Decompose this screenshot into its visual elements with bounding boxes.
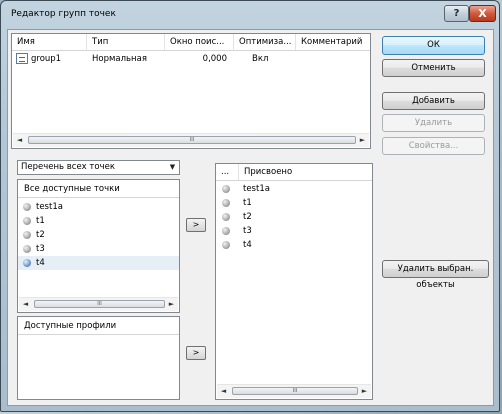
window-title: Редактор групп точек	[11, 9, 116, 19]
header-divider	[18, 334, 179, 335]
list-item-label: t2	[36, 230, 45, 240]
list-item-label: t3	[36, 244, 45, 254]
col-header-comment[interactable]: Комментарий	[296, 34, 370, 50]
assigned-list-header: ... Присвоено	[216, 164, 372, 181]
groups-table: Имя Тип Окно поис... Оптимиза... Коммент…	[11, 33, 371, 149]
row-search-window: 0,000	[202, 54, 227, 64]
col-header-assigned[interactable]: Присвоено	[239, 164, 372, 180]
groups-table-header: Имя Тип Окно поис... Оптимиза... Коммент…	[12, 34, 370, 51]
chevron-down-icon[interactable]: ▼	[166, 161, 179, 174]
point-dot-icon	[23, 245, 31, 253]
col-header-optimization[interactable]: Оптимиза...	[234, 34, 296, 50]
point-dot-icon	[23, 203, 31, 211]
available-profiles-list: Доступные профили	[17, 316, 180, 400]
title-bar[interactable]: Редактор групп точек ? X	[1, 1, 499, 29]
dialog-window: Редактор групп точек ? X Имя Тип Окно по…	[0, 0, 500, 412]
list-item[interactable]: t3	[216, 224, 372, 238]
delete-selected-button[interactable]: Удалить выбран. объекты	[382, 260, 489, 290]
row-name: group1	[31, 54, 62, 64]
col-header-dots[interactable]: ...	[216, 164, 239, 180]
scroll-thumb[interactable]: III	[232, 387, 358, 395]
cancel-button[interactable]: Отменить	[382, 59, 485, 77]
close-button[interactable]: X	[469, 5, 496, 22]
table-row[interactable]: group1 Нормальная 0,000 Вкл	[12, 51, 370, 67]
list-item-label: test1a	[36, 202, 63, 212]
list-item-label: t4	[243, 240, 252, 250]
assigned-list-hscrollbar[interactable]: ◄ III ►	[217, 384, 371, 398]
assigned-list: ... Присвоено test1a t1 t2 t3 t4 ◄ III ►	[215, 163, 373, 400]
point-dot-icon	[222, 213, 230, 221]
move-profiles-right-button[interactable]: >	[186, 346, 206, 360]
header-divider	[18, 197, 179, 198]
available-points-header: Все доступные точки	[24, 184, 120, 194]
list-item-label: t3	[243, 226, 252, 236]
points-filter-value: Перечень всех точек	[21, 162, 115, 172]
list-item[interactable]: t3	[18, 242, 179, 256]
col-header-search-window[interactable]: Окно поис...	[165, 34, 234, 50]
row-comment	[301, 51, 370, 67]
scroll-left-arrow-icon[interactable]: ◄	[13, 134, 26, 147]
available-points-list: Все доступные точки test1a t1 t2 t3 t4 ◄…	[17, 179, 180, 313]
point-dot-icon	[222, 241, 230, 249]
points-filter-select[interactable]: Перечень всех точек ▼	[17, 160, 180, 175]
list-item[interactable]: test1a	[216, 182, 372, 196]
scroll-right-arrow-icon[interactable]: ►	[358, 385, 371, 398]
delete-button[interactable]: Удалить	[382, 114, 485, 132]
row-optimization: Вкл	[252, 54, 269, 64]
list-item-selected[interactable]: t4	[18, 256, 179, 270]
point-dot-icon	[222, 227, 230, 235]
group-icon	[16, 53, 28, 64]
row-type: Нормальная	[92, 54, 147, 64]
list-item[interactable]: t1	[18, 214, 179, 228]
points-list-hscrollbar[interactable]: ◄ III ►	[19, 297, 178, 311]
list-item[interactable]: t2	[216, 210, 372, 224]
ok-button[interactable]: ОК	[382, 36, 485, 55]
list-item-label: t2	[243, 212, 252, 222]
list-item[interactable]: test1a	[18, 200, 179, 214]
properties-button[interactable]: Свойства...	[382, 137, 485, 155]
scroll-thumb[interactable]: III	[34, 300, 165, 308]
scroll-left-arrow-icon[interactable]: ◄	[217, 385, 230, 398]
list-item[interactable]: t4	[216, 238, 372, 252]
point-dot-icon	[222, 199, 230, 207]
scroll-right-arrow-icon[interactable]: ►	[165, 298, 178, 311]
scroll-right-arrow-icon[interactable]: ►	[356, 134, 369, 147]
move-points-right-button[interactable]: >	[186, 218, 206, 232]
list-item-label: test1a	[243, 184, 270, 194]
scroll-thumb[interactable]: III	[28, 136, 356, 144]
dialog-client-area: Имя Тип Окно поис... Оптимиза... Коммент…	[7, 29, 494, 406]
help-button[interactable]: ?	[444, 5, 469, 22]
point-dot-icon	[23, 259, 31, 267]
point-dot-icon	[23, 231, 31, 239]
col-header-name[interactable]: Имя	[12, 34, 87, 50]
list-item-label: t4	[36, 258, 45, 268]
list-item[interactable]: t2	[18, 228, 179, 242]
list-item[interactable]: t1	[216, 196, 372, 210]
list-item-label: t1	[243, 198, 252, 208]
groups-table-hscrollbar[interactable]: ◄ III ►	[13, 133, 369, 147]
list-item-label: t1	[36, 216, 45, 226]
available-profiles-header: Доступные профили	[24, 321, 117, 331]
add-button[interactable]: Добавить	[382, 92, 485, 110]
scroll-left-arrow-icon[interactable]: ◄	[19, 298, 32, 311]
point-dot-icon	[23, 217, 31, 225]
point-dot-icon	[222, 185, 230, 193]
col-header-type[interactable]: Тип	[87, 34, 165, 50]
